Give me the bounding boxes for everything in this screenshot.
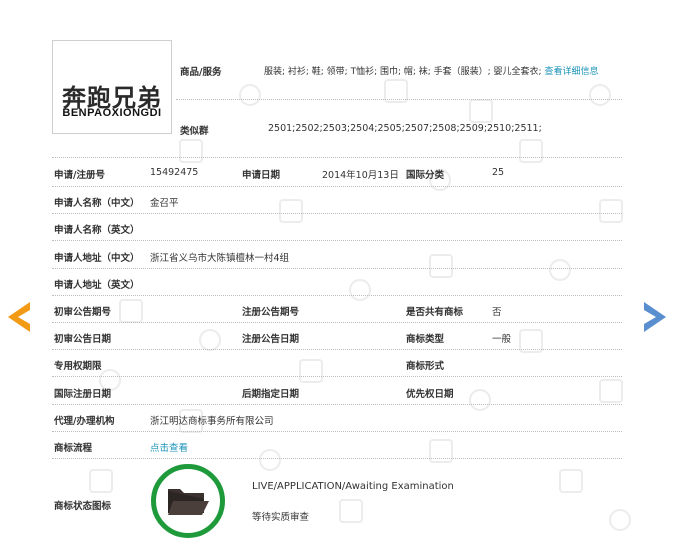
exclusive-label: 专用权期限: [54, 361, 102, 372]
divider: [52, 431, 622, 432]
applicant-cn-label: 申请人名称（中文）: [54, 198, 140, 209]
divider: [52, 268, 622, 269]
priority-date-label: 优先权日期: [406, 389, 454, 400]
divider: [52, 240, 622, 241]
next-arrow[interactable]: [642, 302, 666, 332]
reg-pub-no-label: 注册公告期号: [242, 307, 300, 318]
status-en: LIVE/APPLICATION/Awaiting Examination: [252, 481, 454, 492]
goods-value: 服装; 衬衫; 鞋; 领带; T恤衫; 围巾; 帽; 袜; 手套（服装）; 婴儿…: [264, 64, 598, 77]
divider: [52, 213, 622, 214]
reg-pub-date-label: 注册公告日期: [242, 334, 300, 345]
agent-value: 浙江明达商标事务所有限公司: [150, 416, 274, 427]
intl-class-value: 25: [492, 167, 505, 178]
tm-type-value: 一般: [492, 334, 512, 345]
prelim-date-label: 初审公告日期: [54, 334, 112, 345]
chevron-right-icon: [644, 302, 666, 332]
prelim-no-label: 初审公告期号: [54, 307, 112, 318]
divider: [52, 322, 622, 323]
agent-label: 代理/办理机构: [54, 416, 115, 427]
shared-value: 否: [492, 307, 502, 318]
status-icon-label: 商标状态图标: [54, 501, 112, 512]
similar-group-label: 类似群: [180, 126, 209, 137]
intl-reg-date-label: 国际注册日期: [54, 389, 112, 400]
shared-label: 是否共有商标: [406, 307, 464, 318]
status-badge: [151, 464, 225, 538]
flow-view-link[interactable]: 点击查看: [150, 440, 188, 454]
applicant-cn-value: 金召平: [150, 198, 179, 209]
address-cn-label: 申请人地址（中文）: [54, 253, 140, 264]
address-en-label: 申请人地址（英文）: [54, 280, 140, 291]
trademark-image: 奔跑兄弟 BENPAOXIONGDI: [52, 40, 172, 134]
divider: [52, 376, 622, 377]
similar-group-value: 2501;2502;2503;2504;2505;2507;2508;2509;…: [268, 123, 542, 134]
divider: [52, 458, 622, 459]
divider: [52, 404, 622, 405]
divider: [176, 99, 622, 100]
prev-arrow[interactable]: [8, 302, 32, 332]
divider: [52, 295, 622, 296]
status-cn: 等待实质审查: [252, 512, 310, 523]
app-date-value: 2014年10月13日: [322, 170, 399, 181]
reg-no-value: 15492475: [150, 167, 199, 178]
address-cn-value: 浙江省义乌市大陈镇檀林一村4组: [150, 253, 290, 264]
divider: [52, 349, 622, 350]
goods-label: 商品/服务: [180, 67, 222, 78]
folder-open-icon: [168, 489, 209, 515]
later-date-label: 后期指定日期: [242, 389, 300, 400]
goods-list: 服装; 衬衫; 鞋; 领带; T恤衫; 围巾; 帽; 袜; 手套（服装）; 婴儿…: [264, 67, 542, 77]
chevron-left-icon: [8, 302, 30, 332]
trademark-logo-en: BENPAOXIONGDI: [62, 107, 162, 119]
tm-type-label: 商标类型: [406, 334, 445, 345]
app-date-label: 申请日期: [242, 170, 281, 181]
applicant-en-label: 申请人名称（英文）: [54, 225, 140, 236]
divider: [52, 186, 622, 187]
reg-no-label: 申请/注册号: [54, 170, 105, 181]
flow-label: 商标流程: [54, 443, 93, 454]
intl-class-label: 国际分类: [406, 170, 445, 181]
view-details-link[interactable]: 查看详细信息: [544, 67, 598, 77]
tm-form-label: 商标形式: [406, 361, 445, 372]
divider: [52, 157, 622, 158]
